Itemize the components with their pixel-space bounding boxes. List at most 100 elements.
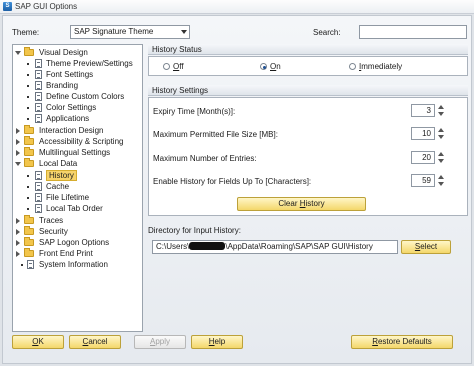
spin-up-icon[interactable] (438, 175, 444, 179)
restore-defaults-button[interactable]: Restore Defaults (351, 335, 453, 349)
tree-label: Theme Preview/Settings (46, 59, 133, 68)
window-title: SAP GUI Options (15, 2, 78, 11)
folder-icon (24, 226, 34, 235)
bullet-icon (27, 96, 29, 98)
tree-label: Front End Print (39, 249, 93, 258)
radio-immediately-label[interactable]: Immediately (359, 62, 402, 71)
spin-down-icon[interactable] (438, 182, 444, 186)
expiry-spinner[interactable] (438, 104, 444, 117)
folder-icon (24, 158, 34, 167)
expand-closed-icon[interactable] (16, 150, 20, 156)
tree-label: Cache (46, 182, 70, 191)
spin-down-icon[interactable] (438, 112, 444, 116)
tree-label: File Lifetime (46, 193, 90, 202)
expand-open-icon[interactable] (15, 51, 21, 55)
ok-button[interactable]: OK (12, 335, 64, 349)
tree-label: Local Data (39, 159, 78, 168)
sap-gui-options-window: S SAP GUI Options Theme: SAP Signature T… (0, 0, 474, 366)
theme-label: Theme: (12, 28, 40, 37)
tree-label: Branding (46, 81, 79, 90)
directory-path-input[interactable]: C:\Users\ \AppData\Roaming\SAP\SAP GUI\Hi… (152, 240, 398, 254)
document-icon (27, 260, 34, 269)
folder-icon (24, 147, 34, 156)
spin-up-icon[interactable] (438, 128, 444, 132)
expand-closed-icon[interactable] (16, 229, 20, 235)
bullet-icon (27, 175, 29, 177)
bullet-icon (21, 264, 23, 266)
tree-label: SAP Logon Options (39, 238, 110, 247)
title-bar: S SAP GUI Options (0, 0, 474, 14)
radio-off-label[interactable]: Off (173, 62, 184, 71)
tree-label: Define Custom Colors (46, 92, 125, 101)
expiry-label: Expiry Time [Month(s)]: (153, 107, 236, 116)
folder-icon (24, 248, 34, 257)
bullet-icon (27, 107, 29, 109)
apply-button[interactable]: Apply (134, 335, 186, 349)
expand-closed-icon[interactable] (16, 240, 20, 246)
tree-label: Interaction Design (39, 126, 104, 135)
tree-label: Applications (46, 114, 90, 123)
directory-label: Directory for Input History: (148, 226, 241, 235)
bullet-icon (27, 85, 29, 87)
radio-on[interactable] (260, 63, 267, 70)
bullet-icon (27, 208, 29, 210)
tree-label: Traces (39, 216, 64, 225)
document-icon (35, 171, 42, 180)
enable-fields-spinner[interactable] (438, 174, 444, 187)
chevron-down-icon (181, 30, 187, 34)
document-icon (35, 193, 42, 202)
folder-icon (24, 125, 34, 134)
expand-closed-icon[interactable] (16, 218, 20, 224)
spin-down-icon[interactable] (438, 159, 444, 163)
cancel-button[interactable]: Cancel (69, 335, 121, 349)
redacted-username (189, 242, 226, 250)
max-entries-spinner[interactable] (438, 151, 444, 164)
theme-select[interactable]: SAP Signature Theme (70, 25, 190, 39)
enable-fields-label: Enable History for Fields Up To [Charact… (153, 177, 312, 186)
sap-app-icon: S (3, 2, 12, 11)
expand-closed-icon[interactable] (16, 128, 20, 134)
max-file-size-spinner[interactable] (438, 127, 444, 140)
document-icon (35, 70, 42, 79)
bullet-icon (27, 63, 29, 65)
spin-up-icon[interactable] (438, 152, 444, 156)
expand-closed-icon[interactable] (16, 251, 20, 257)
bullet-icon (27, 74, 29, 76)
spin-down-icon[interactable] (438, 135, 444, 139)
document-icon (35, 204, 42, 213)
select-directory-button[interactable]: Select (401, 240, 451, 254)
tree-label: Multilingual Settings (39, 148, 111, 157)
search-input[interactable] (359, 25, 467, 39)
folder-icon (24, 136, 34, 145)
history-settings-header: History Settings (148, 85, 468, 96)
spin-up-icon[interactable] (438, 105, 444, 109)
folder-icon (24, 47, 34, 56)
bullet-icon (27, 197, 29, 199)
document-icon (35, 59, 42, 68)
clear-history-button[interactable]: Clear History (237, 197, 366, 211)
theme-select-value: SAP Signature Theme (74, 27, 154, 36)
options-tree[interactable]: Visual Design Theme Preview/Settings Fon… (12, 44, 143, 332)
help-button[interactable]: Help (191, 335, 243, 349)
max-file-size-label: Maximum Permitted File Size [MB]: (153, 130, 278, 139)
expiry-input[interactable]: 3 (411, 104, 435, 117)
tree-label: Visual Design (39, 48, 88, 57)
expand-closed-icon[interactable] (16, 139, 20, 145)
history-status-group: Off On Immediately (148, 56, 468, 76)
options-client-area: Theme: SAP Signature Theme Search: Visua… (2, 15, 472, 364)
max-file-size-input[interactable]: 10 (411, 127, 435, 140)
folder-icon (24, 215, 34, 224)
radio-on-label[interactable]: On (270, 62, 281, 71)
radio-immediately[interactable] (349, 63, 356, 70)
radio-off[interactable] (163, 63, 170, 70)
tree-label: History (46, 170, 77, 181)
document-icon (35, 114, 42, 123)
enable-fields-input[interactable]: 59 (411, 174, 435, 187)
tree-label: Local Tab Order (46, 204, 103, 213)
folder-icon (24, 237, 34, 246)
tree-label: Color Settings (46, 103, 97, 112)
expand-open-icon[interactable] (15, 162, 21, 166)
tree-label: System Information (39, 260, 108, 269)
max-entries-input[interactable]: 20 (411, 151, 435, 164)
document-icon (35, 103, 42, 112)
